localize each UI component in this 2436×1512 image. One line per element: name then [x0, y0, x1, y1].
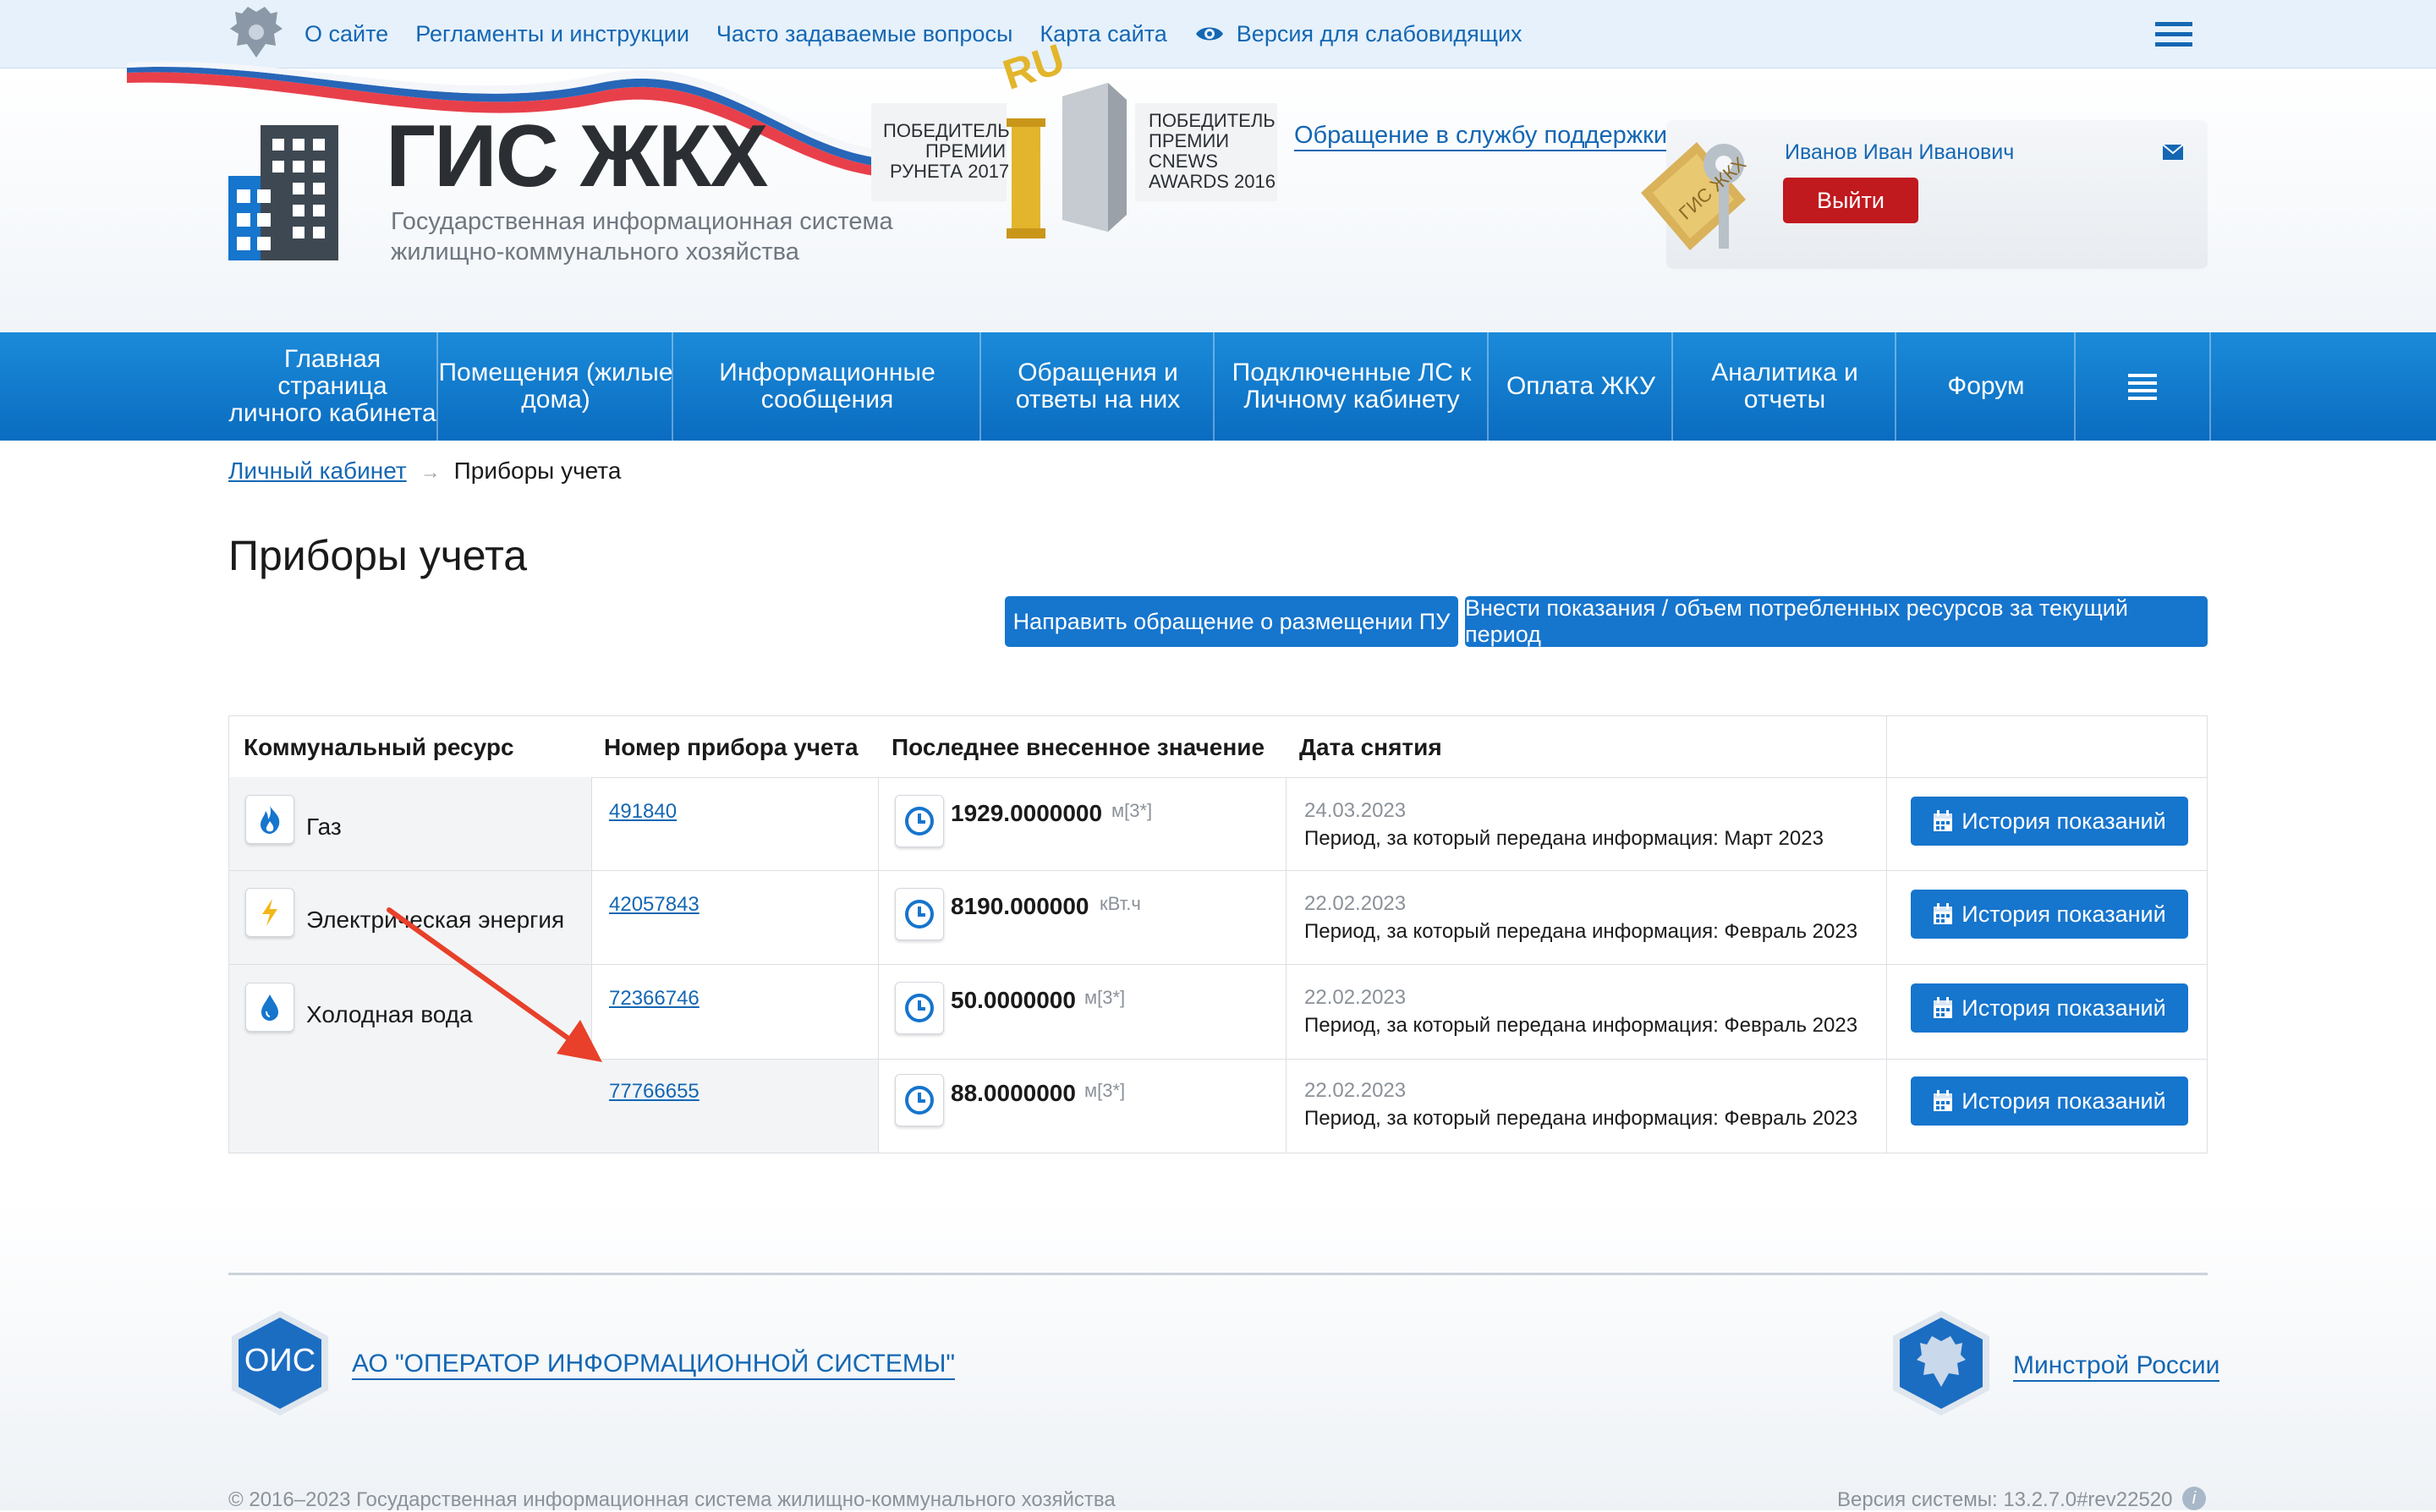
top-link-about[interactable]: О сайте [304, 21, 388, 47]
reading-date: 24.03.2023 [1304, 799, 1407, 822]
nav-payment[interactable]: Оплата ЖКУ [1487, 332, 1673, 441]
emblem-icon [227, 5, 286, 61]
reading-period: Период, за который передана информация: … [1304, 827, 1824, 850]
reading-unit: кВт.ч [1100, 893, 1141, 914]
clock-icon [895, 1074, 944, 1126]
reading-period: Период, за который передана информация: … [1304, 920, 1858, 943]
reading-period: Период, за который передана информация: … [1304, 1107, 1858, 1130]
col-divider [878, 777, 879, 1153]
history-button[interactable]: История показаний [1911, 890, 2188, 939]
history-button-label: История показаний [1961, 901, 2166, 927]
reading-date: 22.02.2023 [1304, 986, 1407, 1009]
col-header-date: Дата снятия [1299, 734, 1442, 760]
clock-icon [895, 982, 944, 1034]
history-button-label: История показаний [1961, 994, 2166, 1021]
logo-title[interactable]: ГИС ЖКХ [386, 110, 769, 203]
minstroy-emblem[interactable] [1890, 1309, 1993, 1417]
request-meter-button[interactable]: Направить обращение о размещении ПУ [1005, 596, 1458, 647]
top-link-sitemap[interactable]: Карта сайта [1040, 21, 1166, 47]
reading-value: 88.0000000 [951, 1080, 1076, 1106]
ois-link[interactable]: АО "ОПЕРАТОР ИНФОРМАЦИОННОЙ СИСТЕМЫ" [352, 1350, 956, 1380]
clock-icon [895, 795, 944, 847]
history-button[interactable]: История показаний [1911, 1076, 2188, 1126]
lightning-icon [245, 888, 294, 937]
history-button-label: История показаний [1961, 808, 2166, 834]
reading-unit: м[3*] [1084, 987, 1126, 1008]
nav-forum[interactable]: Форум [1895, 332, 2076, 441]
calendar-icon [1934, 1090, 1953, 1111]
col-header-value: Последнее внесенное значение [892, 734, 1265, 760]
clock-icon [895, 888, 944, 940]
calendar-icon [1934, 997, 1953, 1018]
nav-home[interactable]: Главная страница личного кабинета [228, 332, 436, 441]
footer-divider [228, 1273, 2208, 1275]
reading-unit: м[3*] [1084, 1080, 1126, 1101]
award-cnews-line3: CNEWS [1149, 151, 1218, 172]
ois-badge-label: ОИС [244, 1343, 316, 1378]
award-cnews-line4: AWARDS 2016 [1149, 171, 1276, 192]
copyright: © 2016–2023 Государственная информационн… [228, 1488, 1116, 1511]
breadcrumb-root-link[interactable]: Личный кабинет [228, 457, 407, 485]
water-drop-icon [245, 983, 294, 1032]
annotation-arrow [381, 896, 626, 1082]
logout-button[interactable]: Выйти [1783, 178, 1918, 223]
calendar-icon [1934, 810, 1953, 831]
main-nav: Главная страница личного кабинета Помеще… [0, 332, 2436, 441]
eye-icon [1195, 27, 1223, 41]
history-button-label: История показаний [1961, 1087, 2166, 1114]
accessibility-label: Версия для слабовидящих [1236, 20, 1522, 47]
logo-subtitle-1: Государственная информационная система [391, 208, 893, 235]
reading-value: 1929.0000000 [951, 800, 1103, 826]
hamburger-menu-icon[interactable] [2155, 22, 2192, 47]
nav-premises[interactable]: Помещения (жилые дома) [436, 332, 673, 441]
version-label: Версия системы: 13.2.7.0#rev22520 [1837, 1488, 2173, 1511]
top-link-regulations[interactable]: Регламенты и инструкции [415, 21, 689, 47]
nav-more-menu[interactable] [2074, 332, 2211, 441]
last-row-meter-bg [591, 1060, 879, 1153]
logo-subtitle-2: жилищно-коммунального хозяйства [391, 238, 799, 266]
resource-name: Газ [306, 814, 342, 840]
reading-date: 22.02.2023 [1304, 1079, 1407, 1102]
nav-analytics[interactable]: Аналитика и отчеты [1671, 332, 1896, 441]
col-divider [1886, 716, 1887, 1153]
reading-date: 22.02.2023 [1304, 892, 1407, 915]
top-link-faq[interactable]: Часто задаваемые вопросы [716, 21, 1012, 47]
breadcrumb-arrow: → [420, 461, 441, 484]
award-cnews-line2: ПРЕМИИ [1149, 130, 1230, 151]
col-header-meter: Номер прибора учета [604, 734, 859, 760]
award-cnews-line1: ПОБЕДИТЕЛЬ [1149, 110, 1276, 131]
breadcrumb-current: Приборы учета [453, 457, 622, 484]
calendar-icon [1934, 903, 1953, 924]
meter-number-link[interactable]: 491840 [609, 800, 677, 824]
nav-appeals[interactable]: Обращения и ответы на них [979, 332, 1215, 441]
buildings-logo-icon[interactable] [228, 125, 370, 260]
reading-value: 8190.000000 [951, 893, 1089, 919]
row-divider [591, 1059, 2207, 1060]
gas-flame-icon [245, 795, 294, 844]
col-header-resource: Коммунальный ресурс [244, 734, 514, 760]
col-divider [1286, 777, 1287, 1153]
user-name[interactable]: Иванов Иван Иванович [1785, 140, 2014, 165]
list-menu-icon [2128, 373, 2157, 400]
breadcrumb: Личный кабинет → Приборы учета [228, 457, 621, 485]
row-divider [229, 870, 2207, 871]
meter-number-link[interactable]: 77766655 [609, 1080, 700, 1104]
reading-unit: м[3*] [1111, 800, 1153, 821]
accessibility-link[interactable]: Версия для слабовидящих [1194, 21, 1522, 47]
nav-messages[interactable]: Информационные сообщения [672, 332, 981, 441]
submit-readings-button[interactable]: Внести показания / объем потребленных ре… [1465, 595, 2208, 647]
history-button[interactable]: История показаний [1911, 983, 2188, 1033]
history-button[interactable]: История показаний [1911, 797, 2188, 846]
page-title: Приборы учета [228, 532, 528, 579]
reading-period: Период, за который передана информация: … [1304, 1014, 1858, 1037]
info-icon[interactable]: i [2182, 1487, 2206, 1510]
nav-accounts[interactable]: Подключенные ЛС к Личному кабинету [1213, 332, 1489, 441]
reading-value: 50.0000000 [951, 987, 1076, 1013]
mail-icon[interactable] [2162, 144, 2184, 161]
support-link[interactable]: Обращение в службу поддержки [1294, 122, 1668, 151]
minstroy-link[interactable]: Минстрой России [2013, 1351, 2220, 1382]
